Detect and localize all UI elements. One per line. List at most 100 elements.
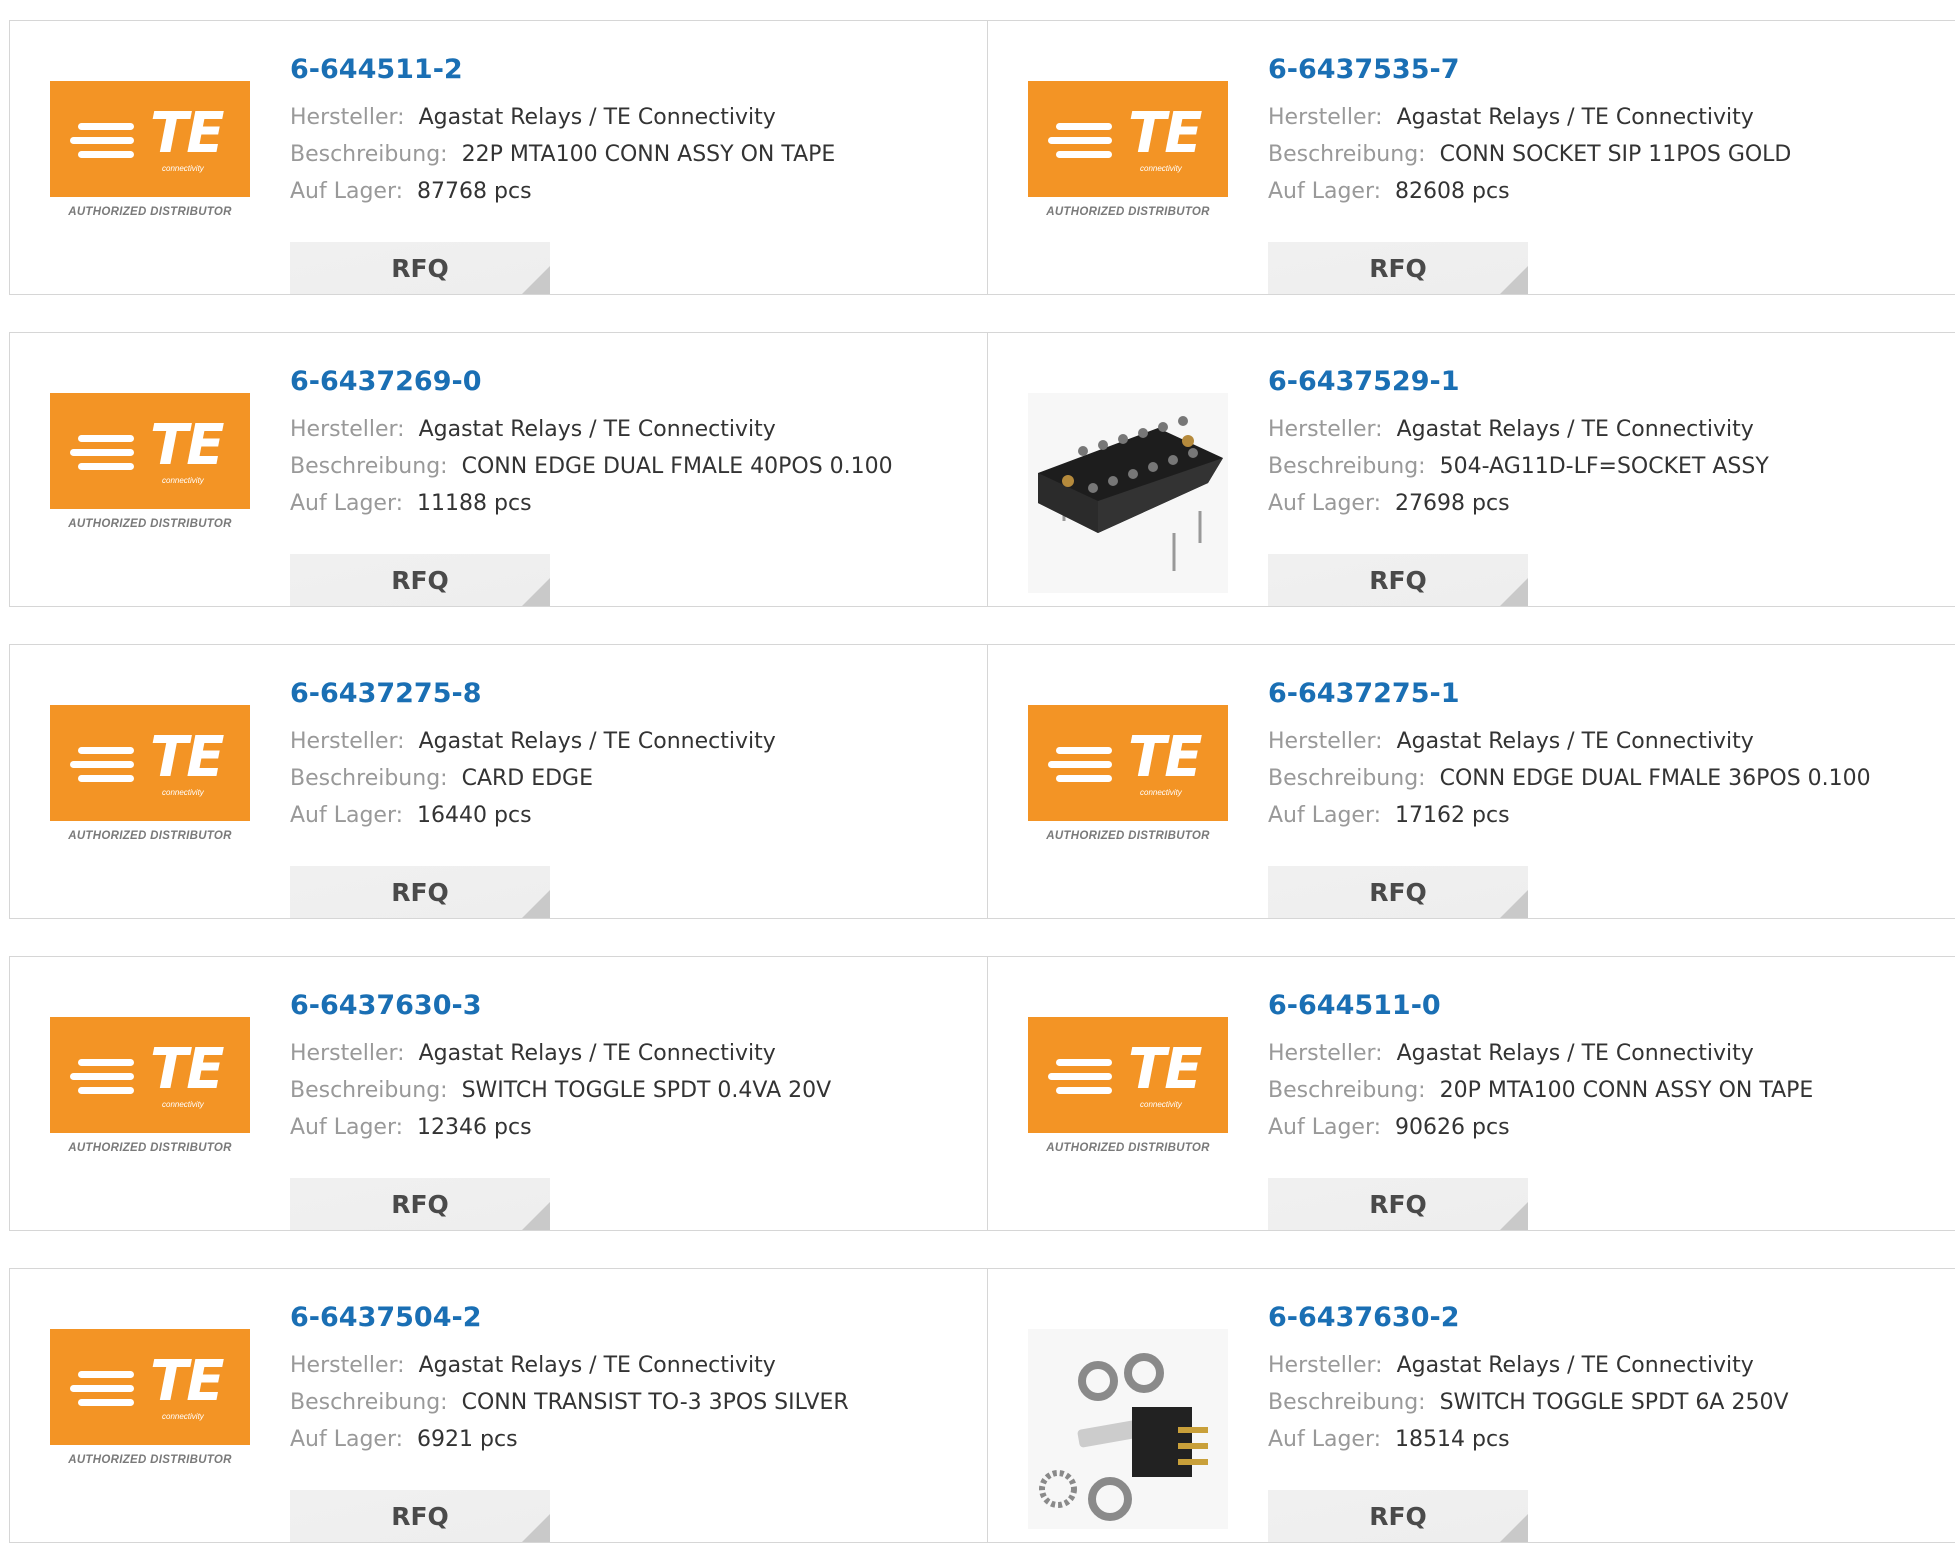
logo-subtitle: connectivity bbox=[162, 1412, 204, 1421]
corner-triangle-icon bbox=[1500, 266, 1528, 294]
corner-triangle-icon bbox=[522, 1202, 550, 1230]
rfq-button[interactable]: RFQ bbox=[1268, 242, 1528, 294]
rfq-label: RFQ bbox=[391, 565, 449, 595]
rfq-label: RFQ bbox=[1369, 877, 1427, 907]
logo-orange-background: TE connectivity bbox=[50, 393, 250, 509]
rfq-button[interactable]: RFQ bbox=[290, 1490, 550, 1542]
part-number-link[interactable]: 6-6437269-0 bbox=[290, 363, 893, 411]
stock-row: Auf Lager: 18514 pcs bbox=[1268, 1421, 1789, 1458]
product-image[interactable]: TE connectivity AUTHORIZED DISTRIBUTOR bbox=[1028, 1017, 1228, 1217]
product-image[interactable]: TE connectivity AUTHORIZED DISTRIBUTOR bbox=[1028, 705, 1228, 905]
product-card: TE connectivity AUTHORIZED DISTRIBUTOR 6… bbox=[987, 956, 1955, 1231]
rfq-button[interactable]: RFQ bbox=[1268, 1490, 1528, 1542]
logo-orange-background: TE connectivity bbox=[1028, 705, 1228, 821]
socket-product-image bbox=[1028, 393, 1228, 593]
product-image[interactable] bbox=[1028, 1329, 1228, 1529]
te-connectivity-logo: TE connectivity AUTHORIZED DISTRIBUTOR bbox=[50, 1329, 250, 1529]
rfq-button[interactable]: RFQ bbox=[1268, 554, 1528, 606]
logo-word: TE bbox=[150, 101, 224, 166]
description-label: Beschreibung: bbox=[290, 1078, 448, 1103]
stock-row: Auf Lager: 82608 pcs bbox=[1268, 173, 1791, 210]
rfq-button[interactable]: RFQ bbox=[1268, 1178, 1528, 1230]
te-connectivity-logo: TE connectivity AUTHORIZED DISTRIBUTOR bbox=[1028, 705, 1228, 905]
rfq-button[interactable]: RFQ bbox=[290, 1178, 550, 1230]
description-row: Beschreibung: CONN TRANSIST TO-3 3POS SIL… bbox=[290, 1384, 849, 1421]
stock-label: Auf Lager: bbox=[290, 1115, 404, 1140]
logo-subtitle: connectivity bbox=[1140, 164, 1182, 173]
stock-row: Auf Lager: 16440 pcs bbox=[290, 797, 776, 834]
part-number-link[interactable]: 6-6437275-8 bbox=[290, 675, 776, 723]
rfq-label: RFQ bbox=[1369, 253, 1427, 283]
stock-row: Auf Lager: 6921 pcs bbox=[290, 1421, 849, 1458]
product-card: 6-6437630-2 Hersteller: Agastat Relays / … bbox=[987, 1268, 1955, 1543]
part-number-link[interactable]: 6-6437275-1 bbox=[1268, 675, 1871, 723]
logo-word: TE bbox=[150, 413, 224, 478]
stock-value: 12346 pcs bbox=[417, 1115, 532, 1140]
rfq-button[interactable]: RFQ bbox=[1268, 866, 1528, 918]
description-value: SWITCH TOGGLE SPDT 6A 250V bbox=[1439, 1390, 1789, 1415]
description-value: SWITCH TOGGLE SPDT 0.4VA 20V bbox=[461, 1078, 832, 1103]
stock-row: Auf Lager: 90626 pcs bbox=[1268, 1109, 1813, 1146]
corner-triangle-icon bbox=[1500, 1514, 1528, 1542]
part-number-link[interactable]: 6-644511-0 bbox=[1268, 987, 1813, 1035]
stock-label: Auf Lager: bbox=[1268, 1115, 1382, 1140]
logo-word: TE bbox=[150, 725, 224, 790]
description-label: Beschreibung: bbox=[1268, 142, 1426, 167]
product-image[interactable]: TE connectivity AUTHORIZED DISTRIBUTOR bbox=[50, 705, 250, 905]
logo-orange-background: TE connectivity bbox=[50, 1329, 250, 1445]
manufacturer-row: Hersteller: Agastat Relays / TE Connectiv… bbox=[290, 1035, 831, 1072]
rfq-label: RFQ bbox=[391, 253, 449, 283]
part-number-link[interactable]: 6-6437535-7 bbox=[1268, 51, 1791, 99]
toggle-switch-product-image bbox=[1028, 1329, 1228, 1529]
description-row: Beschreibung: CONN SOCKET SIP 11POS GOLD bbox=[1268, 136, 1791, 173]
product-image[interactable]: TE connectivity AUTHORIZED DISTRIBUTOR bbox=[50, 81, 250, 281]
rfq-button[interactable]: RFQ bbox=[290, 554, 550, 606]
product-image[interactable]: TE connectivity AUTHORIZED DISTRIBUTOR bbox=[1028, 81, 1228, 281]
te-connectivity-logo: TE connectivity AUTHORIZED DISTRIBUTOR bbox=[50, 1017, 250, 1217]
rfq-button[interactable]: RFQ bbox=[290, 866, 550, 918]
product-image[interactable]: TE connectivity AUTHORIZED DISTRIBUTOR bbox=[50, 1329, 250, 1529]
product-card: TE connectivity AUTHORIZED DISTRIBUTOR 6… bbox=[9, 644, 988, 919]
manufacturer-value: Agastat Relays / TE Connectivity bbox=[418, 729, 776, 754]
description-label: Beschreibung: bbox=[1268, 1390, 1426, 1415]
rfq-label: RFQ bbox=[1369, 1189, 1427, 1219]
logo-orange-background: TE connectivity bbox=[50, 1017, 250, 1133]
manufacturer-label: Hersteller: bbox=[1268, 1041, 1383, 1066]
part-number-link[interactable]: 6-6437504-2 bbox=[290, 1299, 849, 1347]
manufacturer-value: Agastat Relays / TE Connectivity bbox=[1396, 729, 1754, 754]
description-row: Beschreibung: SWITCH TOGGLE SPDT 6A 250V bbox=[1268, 1384, 1789, 1421]
manufacturer-value: Agastat Relays / TE Connectivity bbox=[1396, 1353, 1754, 1378]
product-info: 6-6437630-2 Hersteller: Agastat Relays / … bbox=[1268, 1299, 1789, 1542]
stock-value: 16440 pcs bbox=[417, 803, 532, 828]
logo-orange-background: TE connectivity bbox=[1028, 81, 1228, 197]
stock-value: 90626 pcs bbox=[1395, 1115, 1510, 1140]
te-connectivity-logo: TE connectivity AUTHORIZED DISTRIBUTOR bbox=[50, 81, 250, 281]
part-number-link[interactable]: 6-6437529-1 bbox=[1268, 363, 1769, 411]
manufacturer-label: Hersteller: bbox=[1268, 729, 1383, 754]
product-card: TE connectivity AUTHORIZED DISTRIBUTOR 6… bbox=[9, 1268, 988, 1543]
description-value: CARD EDGE bbox=[461, 766, 593, 791]
description-row: Beschreibung: CONN EDGE DUAL FMALE 36POS … bbox=[1268, 760, 1871, 797]
product-info: 6-644511-0 Hersteller: Agastat Relays / T… bbox=[1268, 987, 1813, 1230]
stock-value: 27698 pcs bbox=[1395, 491, 1510, 516]
part-number-link[interactable]: 6-644511-2 bbox=[290, 51, 835, 99]
description-row: Beschreibung: 504-AG11D-LF=SOCKET ASSY bbox=[1268, 448, 1769, 485]
logo-subtitle: connectivity bbox=[1140, 788, 1182, 797]
part-number-link[interactable]: 6-6437630-3 bbox=[290, 987, 831, 1035]
product-image[interactable] bbox=[1028, 393, 1228, 593]
part-number-link[interactable]: 6-6437630-2 bbox=[1268, 1299, 1789, 1347]
description-row: Beschreibung: CONN EDGE DUAL FMALE 40POS … bbox=[290, 448, 893, 485]
product-image[interactable]: TE connectivity AUTHORIZED DISTRIBUTOR bbox=[50, 1017, 250, 1217]
manufacturer-value: Agastat Relays / TE Connectivity bbox=[418, 1041, 776, 1066]
manufacturer-row: Hersteller: Agastat Relays / TE Connectiv… bbox=[1268, 1035, 1813, 1072]
manufacturer-label: Hersteller: bbox=[1268, 417, 1383, 442]
description-row: Beschreibung: 22P MTA100 CONN ASSY ON TAP… bbox=[290, 136, 835, 173]
logo-subtitle: connectivity bbox=[162, 164, 204, 173]
stock-label: Auf Lager: bbox=[290, 803, 404, 828]
te-connectivity-logo: TE connectivity AUTHORIZED DISTRIBUTOR bbox=[1028, 1017, 1228, 1217]
product-image[interactable]: TE connectivity AUTHORIZED DISTRIBUTOR bbox=[50, 393, 250, 593]
rfq-button[interactable]: RFQ bbox=[290, 242, 550, 294]
logo-subtitle: connectivity bbox=[162, 788, 204, 797]
stock-label: Auf Lager: bbox=[290, 1427, 404, 1452]
authorized-distributor-text: AUTHORIZED DISTRIBUTOR bbox=[68, 1454, 232, 1466]
